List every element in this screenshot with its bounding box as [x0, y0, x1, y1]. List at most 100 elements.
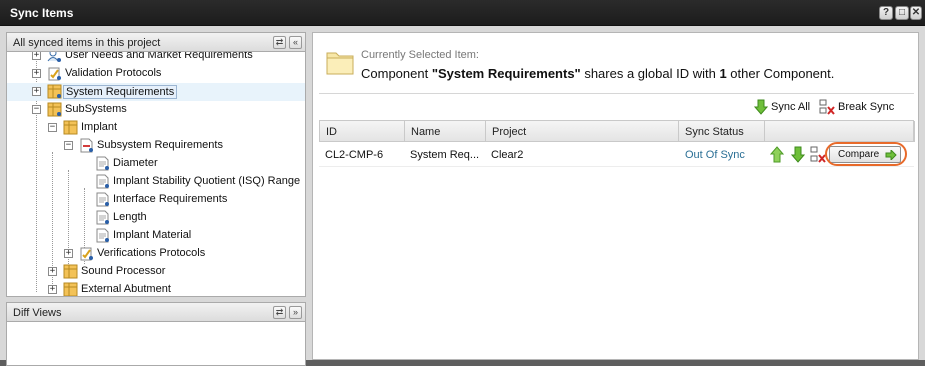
title-bar[interactable]: Sync Items ? □ ✕ — [0, 0, 925, 26]
expand-toggle[interactable]: + — [32, 69, 41, 78]
arrow-down-icon — [754, 99, 768, 115]
tree-item-label: Implant Stability Quotient (ISQ) Range — [113, 175, 301, 187]
break-sync-icon — [819, 99, 835, 115]
help-button[interactable]: ? — [879, 6, 893, 20]
left-column: All synced items in this project ⇄ « + U… — [6, 32, 306, 366]
tree-item-label: User Needs and Market Requirements — [65, 52, 253, 61]
component-icon — [47, 102, 62, 117]
break-sync-icon[interactable] — [810, 146, 826, 163]
tree-item-label: Interface Requirements — [113, 193, 228, 205]
document-icon — [96, 210, 109, 225]
document-icon — [96, 228, 109, 243]
break-sync-button[interactable]: Break Sync — [819, 99, 899, 117]
user-needs-icon — [47, 52, 61, 62]
folder-icon — [326, 52, 354, 75]
component-icon — [47, 84, 62, 99]
tree-item[interactable]: − Subsystem Requirements — [7, 137, 305, 155]
tree-item-label: System Requirements — [63, 85, 178, 99]
sync-all-label: Sync All — [771, 101, 811, 113]
tree-item-label: Implant — [81, 121, 118, 133]
close-button[interactable]: ✕ — [910, 6, 922, 20]
refresh-icon[interactable]: ⇄ — [273, 306, 286, 319]
tree-item[interactable]: + User Needs and Market Requirements — [7, 52, 305, 65]
document-icon — [96, 192, 109, 207]
column-header-actions — [765, 121, 915, 142]
protocol-icon — [48, 67, 61, 81]
tree-item-label: SubSystems — [65, 103, 127, 115]
panel-title: Diff Views — [13, 307, 62, 319]
break-sync-label: Break Sync — [838, 101, 895, 113]
expand-toggle[interactable]: + — [48, 267, 57, 276]
synced-items-tree: + User Needs and Market Requirements + V… — [6, 52, 306, 297]
tree-item-label: Subsystem Requirements — [97, 139, 223, 151]
tree-item[interactable]: Diameter — [7, 155, 305, 173]
cell-id: CL2-CMP-6 — [325, 149, 384, 161]
cell-sync-status[interactable]: Out Of Sync — [685, 149, 745, 161]
shared-count: 1 — [719, 66, 727, 81]
column-header-sync-status[interactable]: Sync Status — [679, 121, 765, 142]
document-icon — [96, 174, 109, 189]
tree-item-label: Verifications Protocols — [97, 247, 206, 259]
selected-item-name: "System Requirements" — [431, 66, 581, 81]
component-icon — [63, 282, 78, 296]
table-row[interactable]: CL2-CMP-6 System Req... Clear2 Out Of Sy… — [319, 142, 914, 167]
column-header-id[interactable]: ID — [320, 121, 405, 142]
sync-toolbar: Sync All Break Sync — [319, 93, 914, 119]
expand-toggle[interactable]: + — [32, 52, 41, 60]
diff-views-panel — [6, 322, 306, 366]
cell-project: Clear2 — [491, 149, 524, 161]
sync-items-window: Sync Items ? □ ✕ All synced items in thi… — [0, 0, 925, 366]
tree-item-label: Validation Protocols — [65, 67, 162, 79]
requirements-doc-icon — [80, 138, 93, 153]
component-icon — [63, 120, 78, 135]
tree-item-label: Implant Material — [113, 229, 192, 241]
panel-title: All synced items in this project — [13, 37, 161, 49]
protocol-icon — [80, 247, 93, 261]
tree-item[interactable]: + External Abutment — [7, 281, 305, 296]
collapse-toggle[interactable]: − — [32, 105, 41, 114]
tree-item[interactable]: − Implant — [7, 119, 305, 137]
column-header-project[interactable]: Project — [486, 121, 679, 142]
description-suffix: other Component. — [726, 66, 835, 81]
tree-item[interactable]: − SubSystems — [7, 101, 305, 119]
description-middle: shares a global ID with — [580, 66, 720, 81]
window-body: All synced items in this project ⇄ « + U… — [0, 26, 925, 366]
tree-item[interactable]: Implant Material — [7, 227, 305, 245]
selected-item-caption: Currently Selected Item: — [361, 49, 479, 61]
collapse-toggle[interactable]: − — [64, 141, 73, 150]
tree-item[interactable]: + Validation Protocols — [7, 65, 305, 83]
collapse-toggle[interactable]: − — [48, 123, 57, 132]
expand-toggle[interactable]: + — [64, 249, 73, 258]
cell-name: System Req... — [410, 149, 480, 161]
tree-item[interactable]: Implant Stability Quotient (ISQ) Range — [7, 173, 305, 191]
refresh-icon[interactable]: ⇄ — [273, 36, 286, 49]
component-icon — [63, 264, 78, 279]
expand-toggle[interactable]: + — [48, 285, 57, 294]
document-icon — [96, 156, 109, 171]
tree-item[interactable]: + Sound Processor — [7, 263, 305, 281]
tree-item[interactable]: Length — [7, 209, 305, 227]
tree-item[interactable]: + Verifications Protocols — [7, 245, 305, 263]
description-prefix: Component — [361, 66, 432, 81]
sync-all-button[interactable]: Sync All — [754, 99, 814, 117]
collapse-left-icon[interactable]: « — [289, 36, 302, 49]
window-title: Sync Items — [10, 6, 74, 20]
tree-item-label: Diameter — [113, 157, 158, 169]
column-header-name[interactable]: Name — [405, 121, 486, 142]
tree-item-label: Length — [113, 211, 147, 223]
maximize-button[interactable]: □ — [895, 6, 909, 20]
selected-item-description: Component "System Requirements" shares a… — [361, 66, 834, 81]
tree-item-label: Sound Processor — [81, 265, 166, 277]
tree-item-selected[interactable]: + System Requirements — [7, 83, 305, 101]
pull-down-icon[interactable] — [791, 146, 805, 163]
expand-down-icon[interactable]: » — [289, 306, 302, 319]
expand-toggle[interactable]: + — [32, 87, 41, 96]
grid-header: ID Name Project Sync Status — [319, 120, 915, 142]
synced-items-panel-header: All synced items in this project ⇄ « — [6, 32, 306, 52]
push-up-icon[interactable] — [770, 146, 784, 163]
tree-item[interactable]: Interface Requirements — [7, 191, 305, 209]
tree-item-label: External Abutment — [81, 283, 171, 295]
diff-views-panel-header: Diff Views ⇄ » — [6, 302, 306, 322]
highlight-oval — [825, 142, 907, 166]
sync-details-panel: Currently Selected Item: Component "Syst… — [312, 32, 919, 360]
